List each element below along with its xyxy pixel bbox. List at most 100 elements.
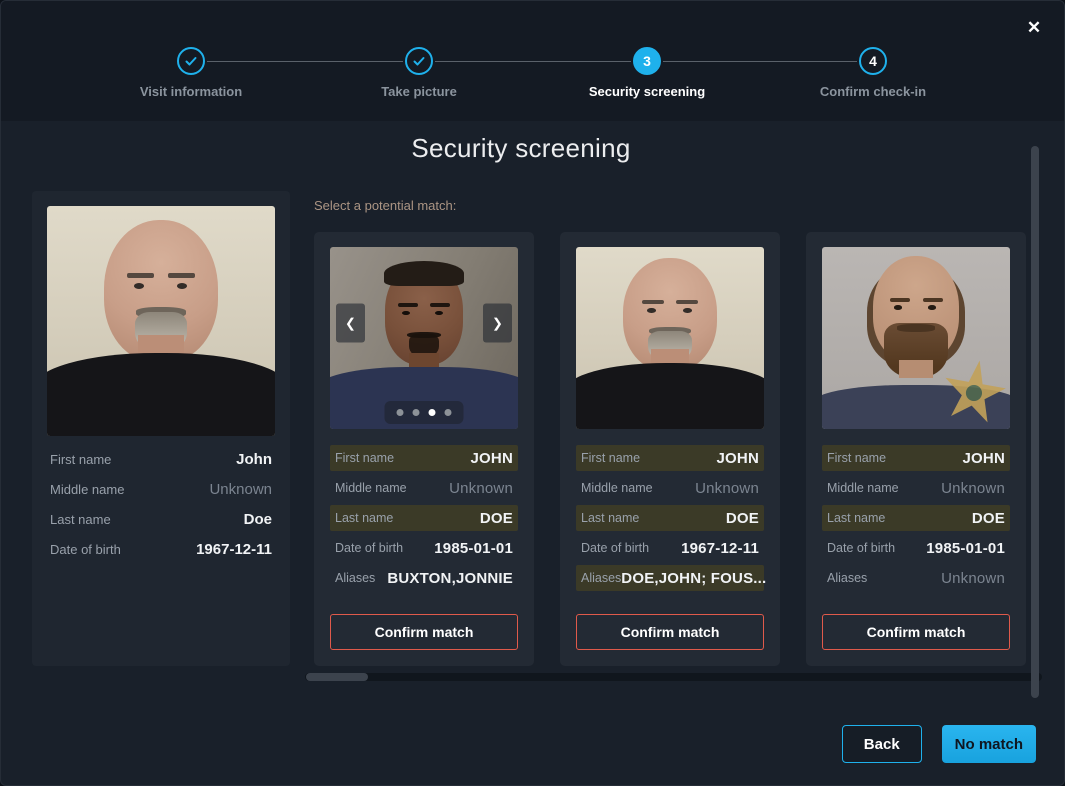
field-value: 1967-12-11	[196, 541, 272, 558]
carousel-prev-icon[interactable]: ❮	[336, 304, 365, 343]
field-label: First name	[50, 452, 111, 467]
brow	[890, 298, 911, 302]
match-photo: ❮❯	[330, 247, 518, 429]
visitor-fields: First name John Middle name Unknown Last…	[32, 444, 290, 564]
step-take-picture[interactable]: Take picture	[309, 47, 529, 99]
shirt	[576, 363, 764, 429]
carousel-dot[interactable]	[397, 409, 404, 416]
step-number: 3	[633, 47, 661, 75]
field-row: First name John	[50, 444, 272, 474]
confirm-match-button[interactable]: Confirm match	[330, 614, 518, 650]
page-title: Security screening	[1, 133, 1041, 164]
match-photo	[576, 247, 764, 429]
match-card: ❮❯ First name JOHN Middle name Unknown L…	[314, 232, 534, 666]
field-row: Middle name Unknown	[822, 475, 1010, 501]
field-row: Date of birth 1967-12-11	[50, 534, 272, 564]
step-visit-information[interactable]: Visit information	[81, 47, 301, 99]
field-row: First name JOHN	[822, 445, 1010, 471]
field-row: Date of birth 1985-01-01	[822, 535, 1010, 561]
brow	[398, 303, 419, 307]
field-value: Unknown	[449, 480, 513, 497]
horizontal-scrollbar-thumb[interactable]	[306, 673, 368, 681]
match-fields: First name JOHN Middle name Unknown Last…	[330, 445, 518, 595]
check-in-dialog: ✕ Visit information Take picture 3 Secur…	[0, 0, 1065, 786]
horizontal-scrollbar[interactable]	[305, 673, 1042, 681]
brow	[676, 300, 699, 304]
field-label: First name	[827, 451, 886, 465]
field-label: Last name	[335, 511, 393, 525]
check-icon	[405, 47, 433, 75]
match-fields: First name JOHN Middle name Unknown Last…	[822, 445, 1010, 595]
footer-actions: Back No match	[842, 725, 1036, 763]
neck	[899, 360, 933, 378]
field-value: Unknown	[941, 480, 1005, 497]
brow	[127, 273, 154, 279]
carousel-dot[interactable]	[445, 409, 452, 416]
field-row: Aliases Unknown	[822, 565, 1010, 591]
field-label: Last name	[827, 511, 885, 525]
field-value: JOHN	[963, 450, 1005, 467]
field-value: DOE,JOHN; FOUS...	[621, 570, 766, 587]
step-confirm-check-in[interactable]: 4 Confirm check-in	[763, 47, 983, 99]
field-value: JOHN	[717, 450, 759, 467]
field-value: DOE	[972, 510, 1005, 527]
field-value: Unknown	[695, 480, 759, 497]
brow	[923, 298, 944, 302]
mustache	[897, 324, 935, 331]
eye	[928, 305, 936, 309]
brow	[430, 303, 451, 307]
field-label: Last name	[581, 511, 639, 525]
eye	[435, 311, 443, 315]
field-label: Aliases	[335, 571, 375, 585]
field-row: Middle name Unknown	[330, 475, 518, 501]
field-label: Middle name	[50, 482, 124, 497]
field-row: Middle name Unknown	[576, 475, 764, 501]
carousel-next-icon[interactable]: ❯	[483, 304, 512, 343]
field-value: DOE	[726, 510, 759, 527]
match-photo	[822, 247, 1010, 429]
field-value: BUXTON,JONNIE	[387, 570, 513, 587]
field-label: Aliases	[581, 571, 621, 585]
visitor-photo	[47, 206, 275, 436]
field-value: 1967-12-11	[681, 540, 759, 557]
field-row: First name JOHN	[576, 445, 764, 471]
carousel-dot[interactable]	[429, 409, 436, 416]
field-row: Middle name Unknown	[50, 474, 272, 504]
field-label: Date of birth	[581, 541, 649, 555]
select-prompt: Select a potential match:	[314, 198, 456, 213]
step-label: Visit information	[81, 84, 301, 99]
field-row: Aliases DOE,JOHN; FOUS...	[576, 565, 764, 591]
hair	[384, 261, 465, 286]
confirm-match-button[interactable]: Confirm match	[822, 614, 1010, 650]
field-label: Middle name	[581, 481, 653, 495]
step-label: Security screening	[537, 84, 757, 99]
field-value: JOHN	[471, 450, 513, 467]
back-button[interactable]: Back	[842, 725, 922, 763]
confirm-match-button[interactable]: Confirm match	[576, 614, 764, 650]
step-security-screening[interactable]: 3 Security screening	[537, 47, 757, 99]
field-row: Last name Doe	[50, 504, 272, 534]
match-card: First name JOHN Middle name Unknown Last…	[560, 232, 780, 666]
field-value: 1985-01-01	[926, 540, 1005, 557]
field-row: Date of birth 1985-01-01	[330, 535, 518, 561]
field-value: Unknown	[209, 481, 272, 498]
field-label: Middle name	[335, 481, 407, 495]
vertical-scrollbar-thumb[interactable]	[1031, 146, 1039, 698]
visitor-panel: First name John Middle name Unknown Last…	[32, 191, 290, 666]
no-match-button[interactable]: No match	[942, 725, 1036, 763]
field-label: Aliases	[827, 571, 867, 585]
field-value: Unknown	[941, 570, 1005, 587]
step-number: 4	[859, 47, 887, 75]
field-label: Date of birth	[50, 542, 121, 557]
field-label: Date of birth	[335, 541, 403, 555]
field-row: Last name DOE	[822, 505, 1010, 531]
field-value: John	[236, 451, 272, 468]
check-icon	[177, 47, 205, 75]
field-value: 1985-01-01	[434, 540, 513, 557]
brow	[168, 273, 195, 279]
match-fields: First name JOHN Middle name Unknown Last…	[576, 445, 764, 595]
carousel-dot[interactable]	[413, 409, 420, 416]
brow	[642, 300, 665, 304]
field-row: Date of birth 1967-12-11	[576, 535, 764, 561]
shirt	[47, 353, 275, 436]
